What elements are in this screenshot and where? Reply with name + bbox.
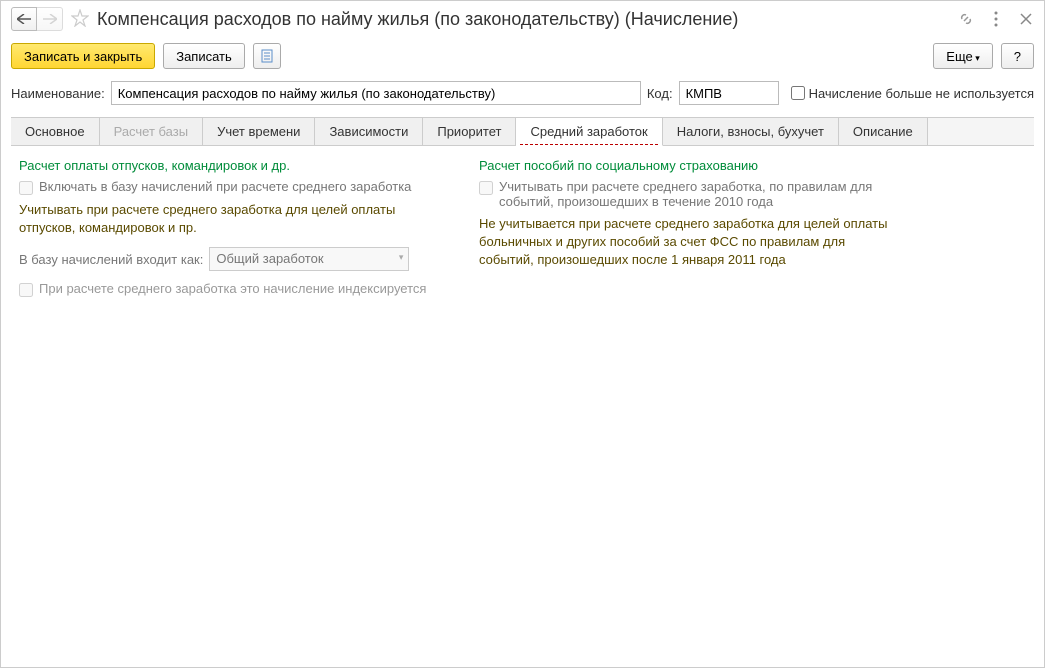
report-button[interactable]	[253, 43, 281, 69]
tab-time[interactable]: Учет времени	[203, 118, 315, 145]
unused-checkbox[interactable]	[791, 86, 805, 100]
fss-2010-label: Учитывать при расчете среднего заработка…	[499, 179, 899, 209]
code-input[interactable]	[679, 81, 779, 105]
name-label: Наименование:	[11, 86, 105, 101]
unused-checkbox-wrap[interactable]: Начисление больше не используется	[791, 86, 1034, 101]
indexed-label: При расчете среднего заработка это начис…	[39, 281, 426, 296]
fss-2010-checkbox	[479, 181, 493, 195]
document-icon	[261, 49, 273, 63]
close-icon[interactable]	[1018, 11, 1034, 27]
tab-desc[interactable]: Описание	[839, 118, 928, 145]
name-input[interactable]	[111, 81, 641, 105]
left-desc: Учитывать при расчете среднего заработка…	[19, 201, 439, 237]
forward-button[interactable]	[37, 7, 63, 31]
code-label: Код:	[647, 86, 673, 101]
arrow-left-icon	[17, 14, 31, 24]
save-and-close-button[interactable]: Записать и закрыть	[11, 43, 155, 69]
tabs-bar: Основное Расчет базы Учет времени Зависи…	[11, 117, 1034, 146]
window-title: Компенсация расходов по найму жилья (по …	[97, 9, 958, 30]
right-column: Расчет пособий по социальному страховани…	[479, 158, 899, 303]
include-base-label: Включать в базу начислений при расчете с…	[39, 179, 411, 194]
back-button[interactable]	[11, 7, 37, 31]
unused-label: Начисление больше не используется	[809, 86, 1034, 101]
enters-as-select[interactable]: Общий заработок	[209, 247, 409, 271]
arrow-right-icon	[43, 14, 57, 24]
tab-base[interactable]: Расчет базы	[100, 118, 204, 145]
left-section-title: Расчет оплаты отпусков, командировок и д…	[19, 158, 439, 173]
tab-priority[interactable]: Приоритет	[423, 118, 516, 145]
left-column: Расчет оплаты отпусков, командировок и д…	[19, 158, 439, 303]
right-section-title: Расчет пособий по социальному страховани…	[479, 158, 899, 173]
indexed-checkbox	[19, 283, 33, 297]
kebab-menu-icon[interactable]	[988, 11, 1004, 27]
tab-deps[interactable]: Зависимости	[315, 118, 423, 145]
include-base-checkbox	[19, 181, 33, 195]
favorite-star-icon[interactable]	[71, 9, 91, 29]
tab-taxes[interactable]: Налоги, взносы, бухучет	[663, 118, 839, 145]
enters-as-label: В базу начислений входит как:	[19, 252, 203, 267]
link-icon[interactable]	[958, 11, 974, 27]
right-desc: Не учитывается при расчете среднего зара…	[479, 215, 899, 270]
tab-avg[interactable]: Средний заработок	[516, 118, 662, 146]
save-button[interactable]: Записать	[163, 43, 245, 69]
more-button[interactable]: Еще	[933, 43, 992, 69]
help-button[interactable]: ?	[1001, 43, 1034, 69]
tab-main[interactable]: Основное	[11, 118, 100, 145]
